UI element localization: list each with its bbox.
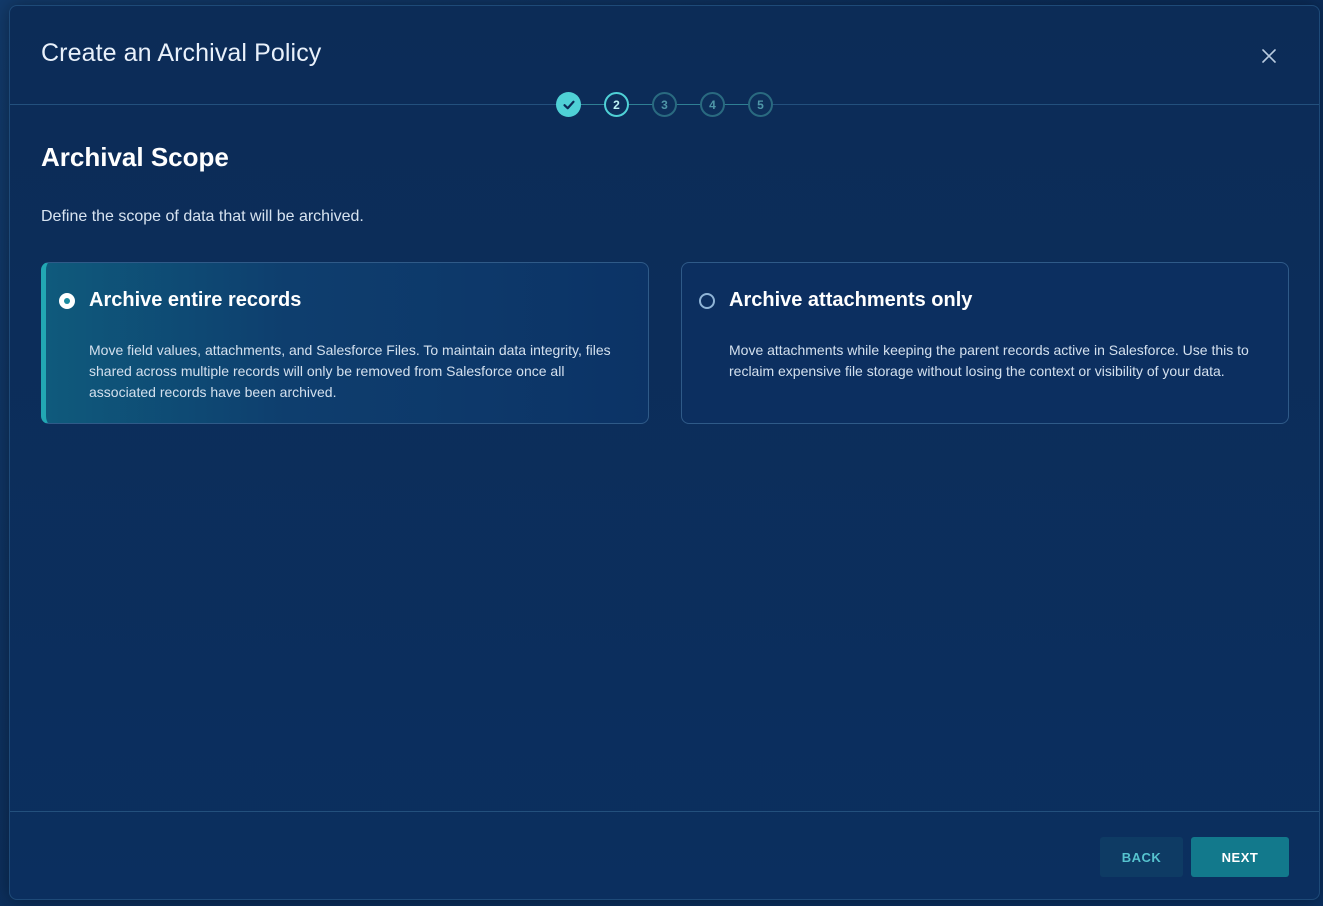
archival-policy-modal: Create an Archival Policy 2 3 4 5 Archiv… — [9, 5, 1320, 900]
option-card-attachments-only[interactable]: Archive attachments only Move attachment… — [681, 262, 1289, 424]
modal-footer: BACK NEXT — [10, 811, 1319, 899]
step-2-current[interactable]: 2 — [604, 92, 629, 117]
step-connector — [677, 104, 700, 105]
radio-selected[interactable] — [59, 293, 75, 309]
modal-title: Create an Archival Policy — [41, 39, 322, 67]
step-3[interactable]: 3 — [652, 92, 677, 117]
wizard-stepper: 2 3 4 5 — [556, 92, 776, 118]
section-description: Define the scope of data that will be ar… — [41, 208, 364, 225]
step-connector — [629, 104, 652, 105]
option-card-entire-records[interactable]: Archive entire records Move field values… — [41, 262, 649, 424]
option-description: Move attachments while keeping the paren… — [729, 342, 1249, 379]
option-title: Archive attachments only — [729, 289, 973, 311]
modal-header: Create an Archival Policy — [10, 6, 1319, 105]
option-description: Move field values, attachments, and Sale… — [89, 342, 611, 400]
step-4[interactable]: 4 — [700, 92, 725, 117]
step-connector — [581, 104, 604, 105]
step-5[interactable]: 5 — [748, 92, 773, 117]
back-button[interactable]: BACK — [1100, 837, 1183, 877]
section-title: Archival Scope — [41, 142, 229, 172]
step-connector — [725, 104, 748, 105]
close-icon — [1262, 49, 1276, 63]
radio-unselected[interactable] — [699, 293, 715, 309]
option-title: Archive entire records — [89, 289, 302, 311]
close-button[interactable] — [1257, 44, 1281, 68]
step-1-completed[interactable] — [556, 92, 581, 117]
check-icon — [562, 100, 575, 109]
next-button[interactable]: NEXT — [1191, 837, 1289, 877]
